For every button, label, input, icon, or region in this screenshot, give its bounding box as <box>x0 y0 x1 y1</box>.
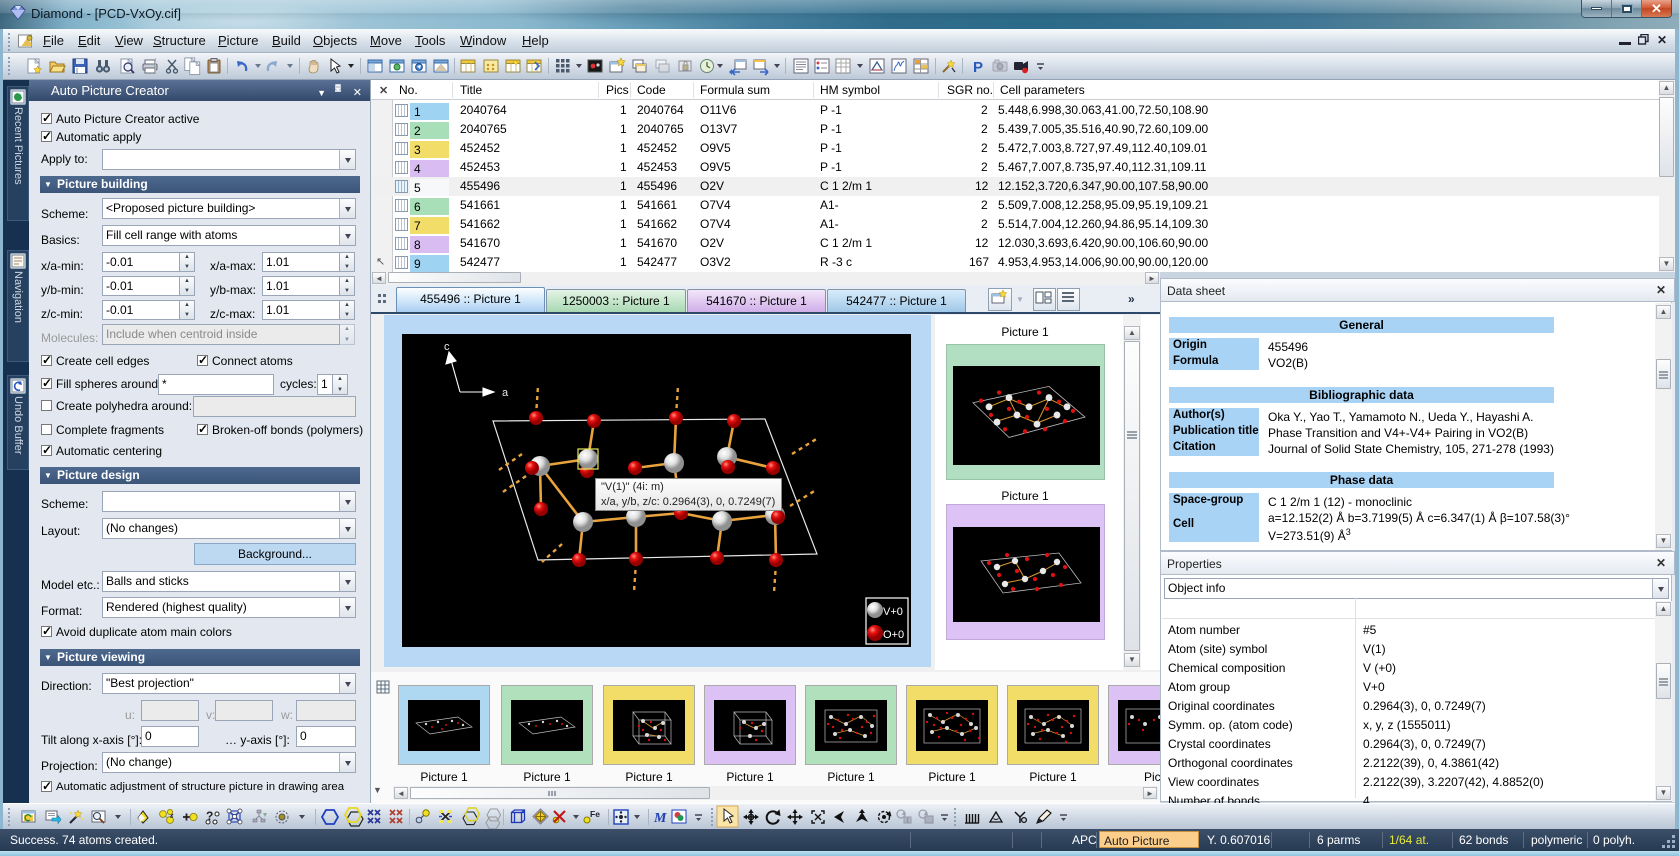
svg-text:V+0: V+0 <box>883 606 903 618</box>
svg-text:Fe: Fe <box>590 809 600 819</box>
svg-text:c: c <box>444 341 450 353</box>
svg-text:O+0: O+0 <box>883 629 904 641</box>
svg-text:M: M <box>653 811 667 826</box>
svg-text:P: P <box>973 59 983 76</box>
svg-text:a: a <box>502 387 509 399</box>
